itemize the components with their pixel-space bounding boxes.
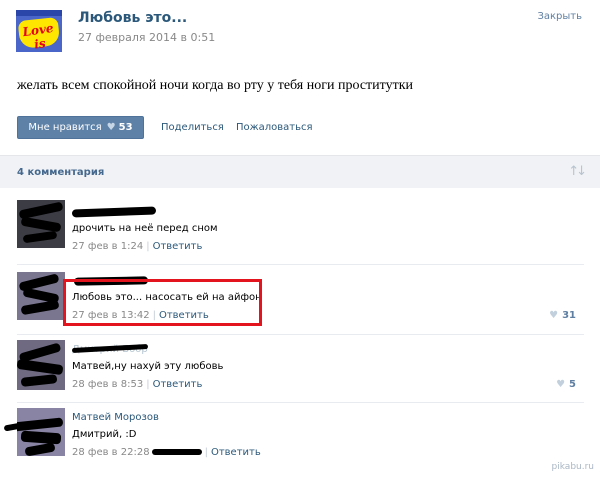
like-button[interactable]: Мне нравится ♥ 53 [17, 116, 144, 139]
author-redaction [71, 206, 157, 218]
highlight-annotation [63, 279, 262, 326]
comment-meta: 28 фев в 22:28 | Ответить [72, 447, 261, 458]
comment-avatar[interactable] [17, 340, 65, 390]
comment-item: Дмитрий Бобр Матвей,ну нахуй эту любовь … [0, 334, 600, 402]
post-date[interactable]: 27 февраля 2014 в 0:51 [78, 31, 215, 44]
redaction-scribble [17, 358, 64, 376]
comment-time[interactable]: 28 фев в 8:53 [72, 379, 143, 390]
comment-like-button[interactable]: ♥ 31 [549, 310, 576, 321]
time-redaction [151, 449, 202, 455]
avatar-wrapper-stripe [16, 10, 62, 16]
sort-arrows-icon[interactable]: ↑↓ [568, 164, 587, 179]
avatar-logo-text: Love is [21, 20, 55, 52]
heart-icon: ♥ [106, 122, 116, 133]
close-button[interactable]: Закрыть [537, 11, 582, 22]
comment-author[interactable]: Матвей Морозов [72, 412, 159, 423]
comment-like-count: 31 [562, 310, 576, 321]
redaction-scribble [17, 417, 64, 432]
post-text: желать всем спокойной ночи когда во рту … [17, 78, 413, 93]
comments-header: 4 комментария ↑↓ [0, 155, 600, 188]
redaction-scribble [20, 216, 62, 233]
report-link[interactable]: Пожаловаться [236, 122, 313, 133]
comment-avatar[interactable] [17, 408, 65, 456]
redaction-scribble [20, 374, 58, 387]
reply-link[interactable]: Ответить [211, 447, 261, 458]
redaction-scribble [22, 230, 58, 244]
comment-divider [17, 402, 584, 403]
separator: | [146, 241, 150, 252]
watermark: pikabu.ru [551, 462, 594, 472]
comment-like-count: 5 [569, 379, 576, 390]
comment-avatar[interactable] [17, 272, 65, 320]
comment-text: дрочить на неё перед сном [72, 223, 218, 234]
heart-icon: ♥ [549, 310, 559, 321]
comment-divider [17, 264, 584, 265]
comment-time[interactable]: 28 фев в 22:28 [72, 447, 150, 458]
like-count: 53 [118, 122, 133, 133]
comments-count[interactable]: 4 комментария [17, 167, 104, 178]
comment-meta: 27 фев в 1:24 | Ответить [72, 241, 202, 252]
heart-icon: ♥ [556, 379, 566, 390]
comment-item: Матвей Морозов Дмитрий, :D 28 фев в 22:2… [0, 402, 600, 472]
comment-like-button[interactable]: ♥ 5 [556, 379, 576, 390]
redaction-scribble [24, 442, 56, 456]
post-header: Love is Любовь это... 27 февраля 2014 в … [0, 0, 600, 54]
comment-time[interactable]: 27 фев в 1:24 [72, 241, 143, 252]
comment-divider [17, 334, 584, 335]
comment-item: дрочить на неё перед сном 27 фев в 1:24 |… [0, 190, 600, 266]
group-name-link[interactable]: Любовь это... [78, 10, 187, 26]
comment-avatar[interactable] [17, 200, 65, 248]
comment-text: Матвей,ну нахуй эту любовь [72, 361, 224, 372]
group-avatar[interactable]: Love is [16, 10, 62, 52]
separator: | [204, 447, 208, 458]
comment-text: Дмитрий, :D [72, 429, 137, 440]
separator: | [146, 379, 150, 390]
like-button-label: Мне нравится [28, 122, 102, 133]
redaction-scribble [20, 430, 62, 445]
reply-link[interactable]: Ответить [153, 241, 203, 252]
share-link[interactable]: Поделиться [161, 122, 224, 133]
redaction-scribble [20, 299, 60, 316]
reply-link[interactable]: Ответить [153, 379, 203, 390]
comment-meta: 28 фев в 8:53 | Ответить [72, 379, 202, 390]
